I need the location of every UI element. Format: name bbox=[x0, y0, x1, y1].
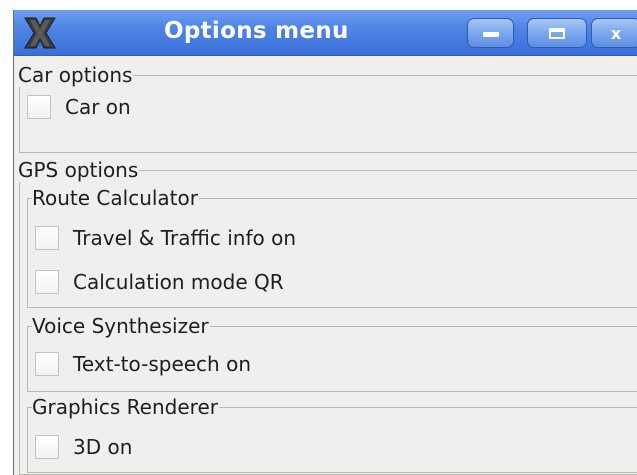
calculation-mode-checkbox[interactable] bbox=[35, 270, 59, 294]
title-bar[interactable]: Options menu x bbox=[14, 10, 637, 56]
travel-traffic-label: Travel & Traffic info on bbox=[73, 226, 296, 250]
text-to-speech-label: Text-to-speech on bbox=[73, 352, 251, 376]
car-on-checkbox[interactable] bbox=[27, 95, 51, 119]
options-window: Options menu x Car options Car on GPS op… bbox=[13, 10, 637, 475]
maximize-icon bbox=[549, 27, 565, 39]
voice-synthesizer-label: Voice Synthesizer bbox=[32, 314, 210, 338]
car-options-label: Car options bbox=[18, 63, 134, 87]
calculation-mode-row[interactable]: Calculation mode QR bbox=[35, 268, 284, 296]
car-on-row[interactable]: Car on bbox=[27, 93, 131, 121]
car-on-label: Car on bbox=[65, 95, 131, 119]
close-icon: x bbox=[610, 23, 622, 43]
text-to-speech-checkbox[interactable] bbox=[35, 352, 59, 376]
calculation-mode-label: Calculation mode QR bbox=[73, 270, 284, 294]
3d-on-label: 3D on bbox=[73, 435, 133, 459]
gps-options-label: GPS options bbox=[18, 158, 140, 182]
graphics-renderer-label: Graphics Renderer bbox=[32, 395, 219, 419]
travel-traffic-row[interactable]: Travel & Traffic info on bbox=[35, 224, 296, 252]
x-window-icon[interactable] bbox=[22, 16, 58, 50]
minimize-icon bbox=[482, 32, 499, 37]
text-to-speech-row[interactable]: Text-to-speech on bbox=[35, 350, 251, 378]
travel-traffic-checkbox[interactable] bbox=[35, 226, 59, 250]
options-content: Car options Car on GPS options Route Cal… bbox=[14, 56, 637, 475]
3d-on-checkbox[interactable] bbox=[35, 435, 59, 459]
close-button[interactable]: x bbox=[591, 18, 637, 48]
window-title: Options menu bbox=[164, 18, 349, 44]
maximize-button[interactable] bbox=[527, 18, 587, 48]
minimize-button[interactable] bbox=[467, 18, 514, 48]
route-calculator-label: Route Calculator bbox=[32, 186, 199, 210]
3d-on-row[interactable]: 3D on bbox=[35, 433, 132, 461]
